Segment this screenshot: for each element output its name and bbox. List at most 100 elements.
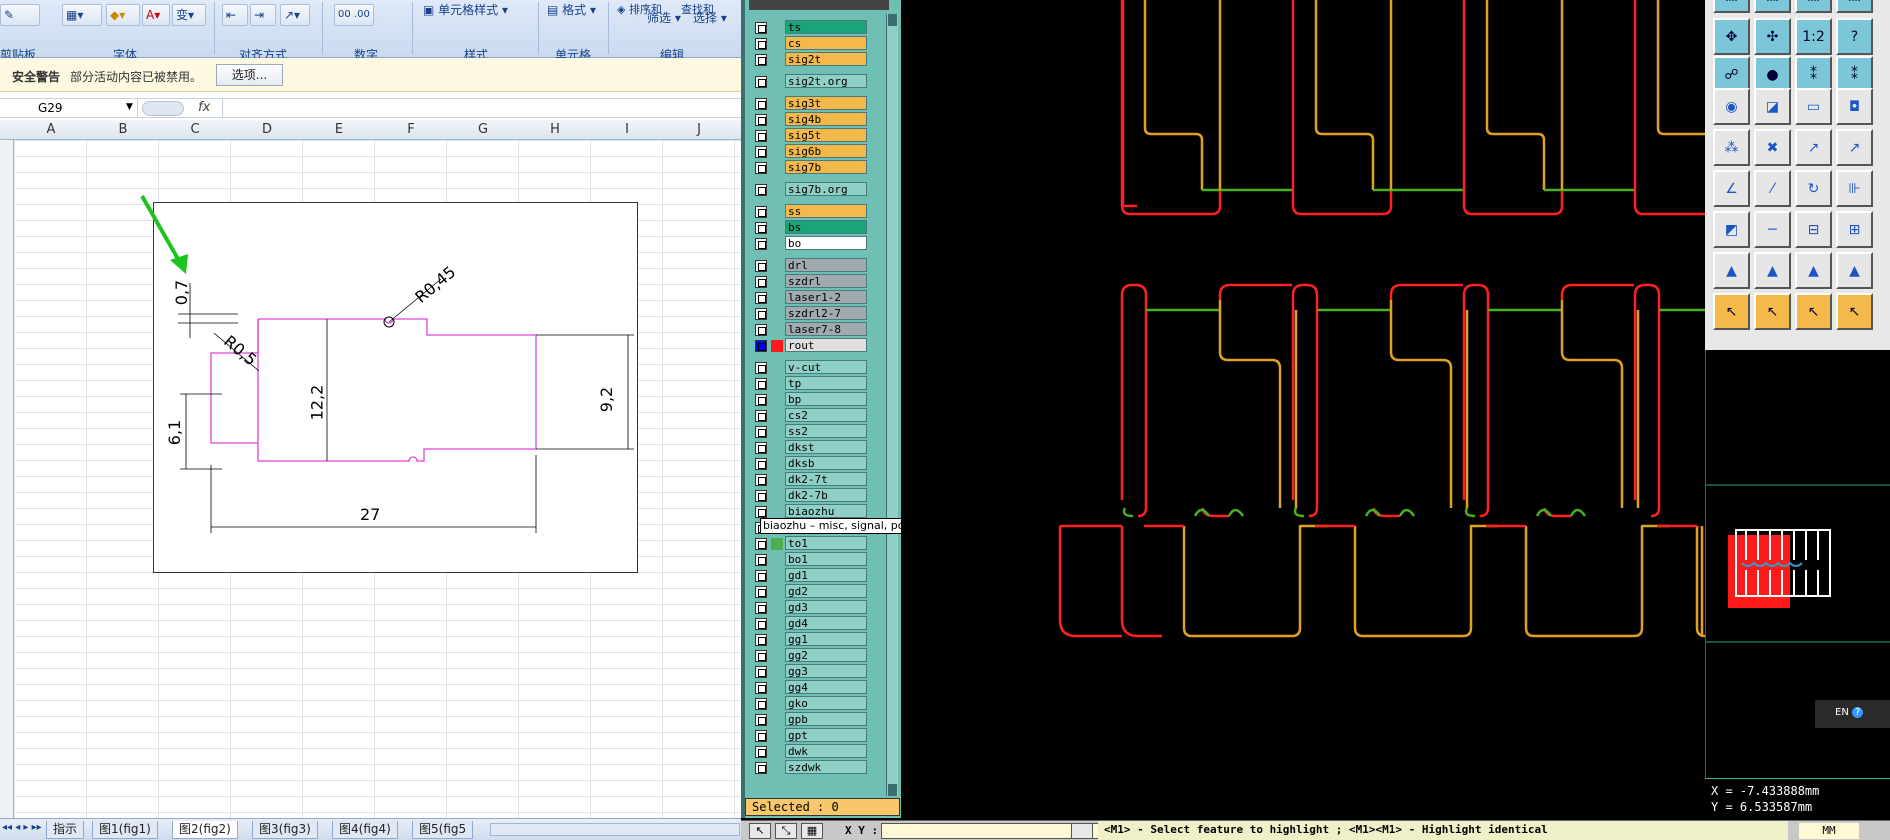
layer-name[interactable]: sig4b <box>785 112 867 126</box>
layer-name[interactable]: to1 <box>785 536 867 550</box>
triangle-4-icon[interactable]: ▲ <box>1836 252 1873 289</box>
orientation-button[interactable]: ↗▾ <box>280 4 310 26</box>
layer-checkbox[interactable] <box>755 308 767 320</box>
layer-row[interactable]: cs2 <box>753 408 875 422</box>
layer-name[interactable]: bo1 <box>785 552 867 566</box>
select-pad-icon[interactable]: ◘ <box>1836 88 1873 125</box>
layer-name[interactable]: bp <box>785 392 867 406</box>
triangle-2-icon[interactable]: ▲ <box>1754 252 1791 289</box>
scroll-up-arrow[interactable] <box>888 14 897 26</box>
layer-checkbox[interactable] <box>755 746 767 758</box>
pan-icon[interactable]: ✥ <box>1713 18 1750 55</box>
sheet-tab-active[interactable]: 图2(fig2) <box>172 821 238 839</box>
layer-name[interactable]: bo <box>785 236 867 250</box>
layer-checkbox[interactable] <box>755 292 767 304</box>
layer-name[interactable]: gd1 <box>785 568 867 582</box>
layer-checkbox[interactable] <box>755 682 767 694</box>
layer-name[interactable]: dwk <box>785 744 867 758</box>
layer-row[interactable]: rout <box>753 338 875 352</box>
layer-row[interactable]: szdrl <box>753 274 875 288</box>
edit-shape-icon[interactable]: ◪ <box>1754 88 1791 125</box>
layer-row[interactable]: to1 <box>753 536 875 550</box>
layer-row[interactable]: dksb <box>753 456 875 470</box>
format-painter-button[interactable]: ✎ <box>0 4 40 26</box>
column-header[interactable]: B <box>113 122 133 137</box>
layer-name[interactable]: sig7b <box>785 160 867 174</box>
layer-checkbox[interactable] <box>755 618 767 630</box>
layer-name[interactable]: cs2 <box>785 408 867 422</box>
layer-checkbox[interactable] <box>755 410 767 422</box>
sheet-nav-arrows[interactable]: ◂◂ ◂ ▸ ▸▸ <box>2 822 42 833</box>
triangle-3-icon[interactable]: ▲ <box>1795 252 1832 289</box>
formula-expand-handle[interactable] <box>142 101 184 116</box>
layer-name[interactable]: tp <box>785 376 867 390</box>
sheet-tab[interactable]: 图5(fig5 <box>412 821 474 839</box>
layer-checkbox[interactable] <box>755 394 767 406</box>
sheet-tab[interactable]: 图1(fig1) <box>92 821 158 839</box>
sheet-tab[interactable]: 图4(fig4) <box>332 821 398 839</box>
layer-checkbox[interactable] <box>755 442 767 454</box>
insert-function-icon[interactable]: fx <box>198 100 210 115</box>
layer-row[interactable]: dk2-7t <box>753 472 875 486</box>
cell-style-button[interactable]: ▣ 单元格样式 ▾ <box>420 0 510 22</box>
layer-checkbox[interactable] <box>755 666 767 678</box>
layer-checkbox[interactable] <box>755 22 767 34</box>
connect-icon[interactable]: ↗ <box>1795 129 1832 166</box>
resize-icon[interactable]: ⊟ <box>1795 211 1832 248</box>
layer-row[interactable]: sig6b <box>753 144 875 158</box>
layer-checkbox[interactable] <box>755 98 767 110</box>
layer-name[interactable]: dk2-7t <box>785 472 867 486</box>
column-header[interactable]: A <box>41 122 61 137</box>
layer-checkbox[interactable] <box>755 146 767 158</box>
layer-name[interactable]: dksb <box>785 456 867 470</box>
column-header[interactable]: I <box>617 122 637 137</box>
layer-row[interactable]: sig5t <box>753 128 875 142</box>
layer-row[interactable]: ss2 <box>753 424 875 438</box>
group-icon[interactable]: ⊞ <box>1836 211 1873 248</box>
layer-name[interactable]: sig7b.org <box>785 182 867 196</box>
layer-checkbox[interactable] <box>755 602 767 614</box>
decrease-indent-button[interactable]: ⇤ <box>222 4 248 26</box>
layer-name[interactable]: bs <box>785 220 867 234</box>
security-options-button[interactable]: 选项... <box>216 64 283 86</box>
layer-name[interactable]: rout <box>785 338 867 352</box>
delete-icon[interactable]: ✖ <box>1754 129 1791 166</box>
arc-icon[interactable]: ↻ <box>1795 170 1832 207</box>
phonetic-button[interactable]: 变▾ <box>172 4 206 26</box>
decimal-button[interactable]: 00 .00 <box>334 4 374 26</box>
layer-row[interactable]: gd3 <box>753 600 875 614</box>
layer-row[interactable]: sig2t.org <box>753 74 875 88</box>
layer-checkbox[interactable] <box>755 586 767 598</box>
language-indicator[interactable]: EN ? <box>1815 700 1890 728</box>
select-button[interactable]: 选择 ▾ <box>690 8 740 30</box>
move-icon[interactable]: ✣ <box>1754 18 1791 55</box>
border-button[interactable]: ▦▾ <box>62 4 102 26</box>
grid-tool-icon[interactable]: ▦ <box>801 823 823 839</box>
layer-name[interactable]: sig2t.org <box>785 74 867 88</box>
layer-checkbox[interactable] <box>755 38 767 50</box>
layer-row[interactable]: v-cut <box>753 360 875 374</box>
layer-checkbox[interactable] <box>755 506 767 518</box>
layer-row[interactable]: bp <box>753 392 875 406</box>
layer-name[interactable]: gg2 <box>785 648 867 662</box>
layer-row[interactable]: cs <box>753 36 875 50</box>
layer-checkbox[interactable] <box>755 238 767 250</box>
layer-name[interactable]: gg1 <box>785 632 867 646</box>
layer-row[interactable]: gpb <box>753 712 875 726</box>
sheet-tab[interactable]: 指示 <box>46 821 85 839</box>
cursor-tool-icon[interactable]: ↖ <box>749 823 771 839</box>
layer-checkbox[interactable] <box>755 362 767 374</box>
layer-row[interactable]: sig3t <box>753 96 875 110</box>
move-pad-icon[interactable]: ↗ <box>1836 129 1873 166</box>
layer-checkbox[interactable] <box>755 538 767 550</box>
mirror-icon[interactable]: ⊪ <box>1836 170 1873 207</box>
layer-row[interactable]: drl <box>753 258 875 272</box>
embedded-drawing[interactable]: 0,7 R0,45 R0,5 6,1 12,2 9,2 27 <box>153 202 638 573</box>
column-header[interactable]: G <box>473 122 493 137</box>
layer-checkbox[interactable] <box>755 730 767 742</box>
line-angle-icon[interactable]: ∠ <box>1713 170 1750 207</box>
layer-row[interactable]: ts <box>753 20 875 34</box>
column-header[interactable]: H <box>545 122 565 137</box>
pointer-box-icon[interactable]: ↖ <box>1754 293 1791 330</box>
layer-row[interactable]: gd1 <box>753 568 875 582</box>
